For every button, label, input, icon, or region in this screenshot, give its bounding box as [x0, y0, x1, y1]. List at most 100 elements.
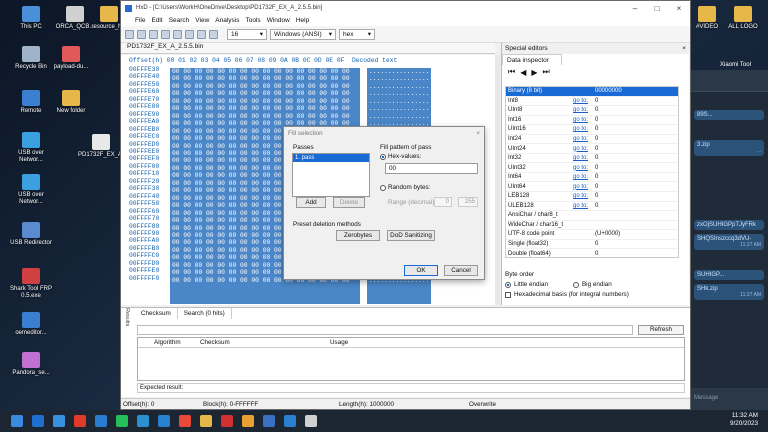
desktop-icon[interactable]: payload-du...	[48, 46, 94, 71]
menu-item[interactable]: View	[195, 17, 209, 24]
undo-icon[interactable]	[161, 29, 170, 39]
display-mode-select[interactable]: hex ▾	[339, 28, 375, 40]
goto-link[interactable]: go to:	[573, 136, 594, 142]
inspector-row[interactable]: UInt8 go to: 0	[506, 106, 678, 116]
desktop-icon[interactable]: Shark Tool FRP 0.5.exe	[8, 268, 54, 300]
desktop-icon[interactable]: #VIDEO	[690, 6, 724, 31]
inspector-row[interactable]: Int8 go to: 0	[506, 97, 678, 107]
goto-link[interactable]: go to:	[573, 193, 594, 199]
inspector-row[interactable]: AnsiChar / char8_t	[506, 211, 678, 221]
taskbar-app-icon[interactable]	[305, 415, 317, 427]
close-icon[interactable]: ×	[668, 4, 690, 13]
last-icon[interactable]: ⏭	[543, 67, 550, 77]
menu-item[interactable]: File	[135, 17, 145, 24]
desktop-icon[interactable]: oemeditor...	[8, 312, 54, 337]
prev-icon[interactable]: ◀	[520, 68, 526, 77]
inspector-row[interactable]: UInt32 go to: 0	[506, 163, 678, 173]
desktop-icon[interactable]: USB Redirector	[8, 222, 54, 247]
range-from-input[interactable]: 0	[434, 197, 452, 207]
goto-link[interactable]: go to:	[573, 98, 594, 104]
inspector-row[interactable]: Binary (8 bit) 00000000	[506, 87, 678, 97]
menu-item[interactable]: Tools	[246, 17, 261, 24]
copy-icon[interactable]	[185, 29, 194, 39]
taskbar-app-icon[interactable]	[32, 415, 44, 427]
goto-link[interactable]: go to:	[573, 203, 594, 209]
minimize-icon[interactable]: –	[624, 4, 646, 13]
inspector-row[interactable]: UInt24 go to: 0	[506, 144, 678, 154]
taskbar-app-icon[interactable]	[242, 415, 254, 427]
goto-link[interactable]: go to:	[573, 155, 594, 161]
close-icon[interactable]: ×	[476, 130, 480, 137]
menu-item[interactable]: Search	[169, 17, 190, 24]
zerobytes-button[interactable]: Zerobytes	[336, 230, 380, 241]
inspector-row[interactable]: Double (float64) 0	[506, 249, 678, 257]
taskbar-app-icon[interactable]	[221, 415, 233, 427]
desktop-icon[interactable]: New folder	[48, 90, 94, 115]
goto-link[interactable]: go to:	[573, 184, 594, 190]
cut-icon[interactable]	[173, 29, 182, 39]
start-icon[interactable]	[11, 415, 23, 427]
cancel-button[interactable]: Cancel	[444, 265, 478, 276]
inspector-row[interactable]: Int64 go to: 0	[506, 173, 678, 183]
column-header[interactable]: Usage	[328, 339, 528, 346]
checksum-select[interactable]	[137, 325, 633, 335]
little-endian-radio[interactable]	[505, 281, 511, 288]
ok-button[interactable]: OK	[404, 265, 438, 276]
file-tab[interactable]: PD1732F_EX_A_2.5.5.bin	[121, 43, 495, 54]
big-endian-radio[interactable]	[572, 281, 579, 288]
hex-values-input[interactable]: 00	[385, 163, 478, 174]
goto-link[interactable]: go to:	[573, 126, 594, 132]
chat-message-input[interactable]: Message	[690, 388, 768, 410]
maximize-icon[interactable]: □	[646, 4, 668, 13]
goto-link[interactable]: go to:	[573, 107, 594, 113]
inspector-row[interactable]: Single (float32) 0	[506, 240, 678, 250]
random-bytes-radio[interactable]	[380, 184, 386, 191]
results-tab[interactable]: Search (0 hits)	[178, 308, 232, 319]
delete-button[interactable]: Delete	[333, 197, 365, 208]
results-tab[interactable]: Checksum	[135, 308, 178, 319]
inspector-row[interactable]: UInt16 go to: 0	[506, 125, 678, 135]
menu-item[interactable]: Edit	[151, 17, 162, 24]
inspector-row[interactable]: UTF-8 code point (U+0000)	[506, 230, 678, 240]
hex-values-radio[interactable]	[380, 153, 386, 160]
taskbar-app-icon[interactable]	[137, 415, 149, 427]
menu-item[interactable]: Window	[267, 17, 290, 24]
taskbar-app-icon[interactable]	[53, 415, 65, 427]
first-icon[interactable]: ⏮	[508, 67, 515, 77]
desktop-icon[interactable]: Pandora_se...	[8, 352, 54, 377]
menu-item[interactable]: Analysis	[215, 17, 239, 24]
refresh-button[interactable]: Refresh	[638, 325, 684, 335]
save-icon[interactable]	[149, 29, 158, 39]
range-to-input[interactable]: 255	[458, 197, 478, 207]
search-icon[interactable]	[209, 29, 218, 39]
inspector-row[interactable]: WideChar / char16_t	[506, 221, 678, 231]
desktop-icon[interactable]: USB over Networ...	[8, 132, 54, 164]
clock[interactable]: 11:32 AM 9/20/2023	[730, 412, 758, 428]
taskbar-app-icon[interactable]	[95, 415, 107, 427]
goto-link[interactable]: go to:	[573, 146, 594, 152]
charset-select[interactable]: Windows (ANSI) ▾	[270, 28, 336, 40]
goto-link[interactable]: go to:	[573, 117, 594, 123]
dod-sanitizing-button[interactable]: DoD Sanitizing	[387, 230, 435, 241]
column-header[interactable]: Algorithm	[138, 339, 198, 346]
taskbar-app-icon[interactable]	[116, 415, 128, 427]
pass-item[interactable]: 1. pass	[293, 154, 369, 162]
inspector-row[interactable]: Int24 go to: 0	[506, 135, 678, 145]
desktop-icon[interactable]: This PC	[8, 6, 54, 31]
passes-list[interactable]: 1. pass	[292, 153, 370, 197]
taskbar-app-icon[interactable]	[179, 415, 191, 427]
taskbar-app-icon[interactable]	[200, 415, 212, 427]
expected-result-field[interactable]: Expected result:	[137, 383, 685, 393]
taskbar-app-icon[interactable]	[158, 415, 170, 427]
inspector-row[interactable]: ULEB128 go to: 0	[506, 202, 678, 212]
next-icon[interactable]: ▶	[531, 68, 537, 77]
tab-data-inspector[interactable]: Data inspector	[502, 54, 562, 65]
bytes-per-row-select[interactable]: 16 ▾	[227, 28, 267, 40]
desktop-icon[interactable]: PD1732F_EX_A_2.5.5.bin	[78, 134, 148, 159]
desktop-icon[interactable]: ALL LOGO	[726, 6, 760, 31]
taskbar-app-icon[interactable]	[74, 415, 86, 427]
hex-scrollbar[interactable]	[495, 55, 500, 305]
taskbar-app-icon[interactable]	[263, 415, 275, 427]
new-file-icon[interactable]	[125, 29, 134, 39]
taskbar-app-icon[interactable]	[284, 415, 296, 427]
